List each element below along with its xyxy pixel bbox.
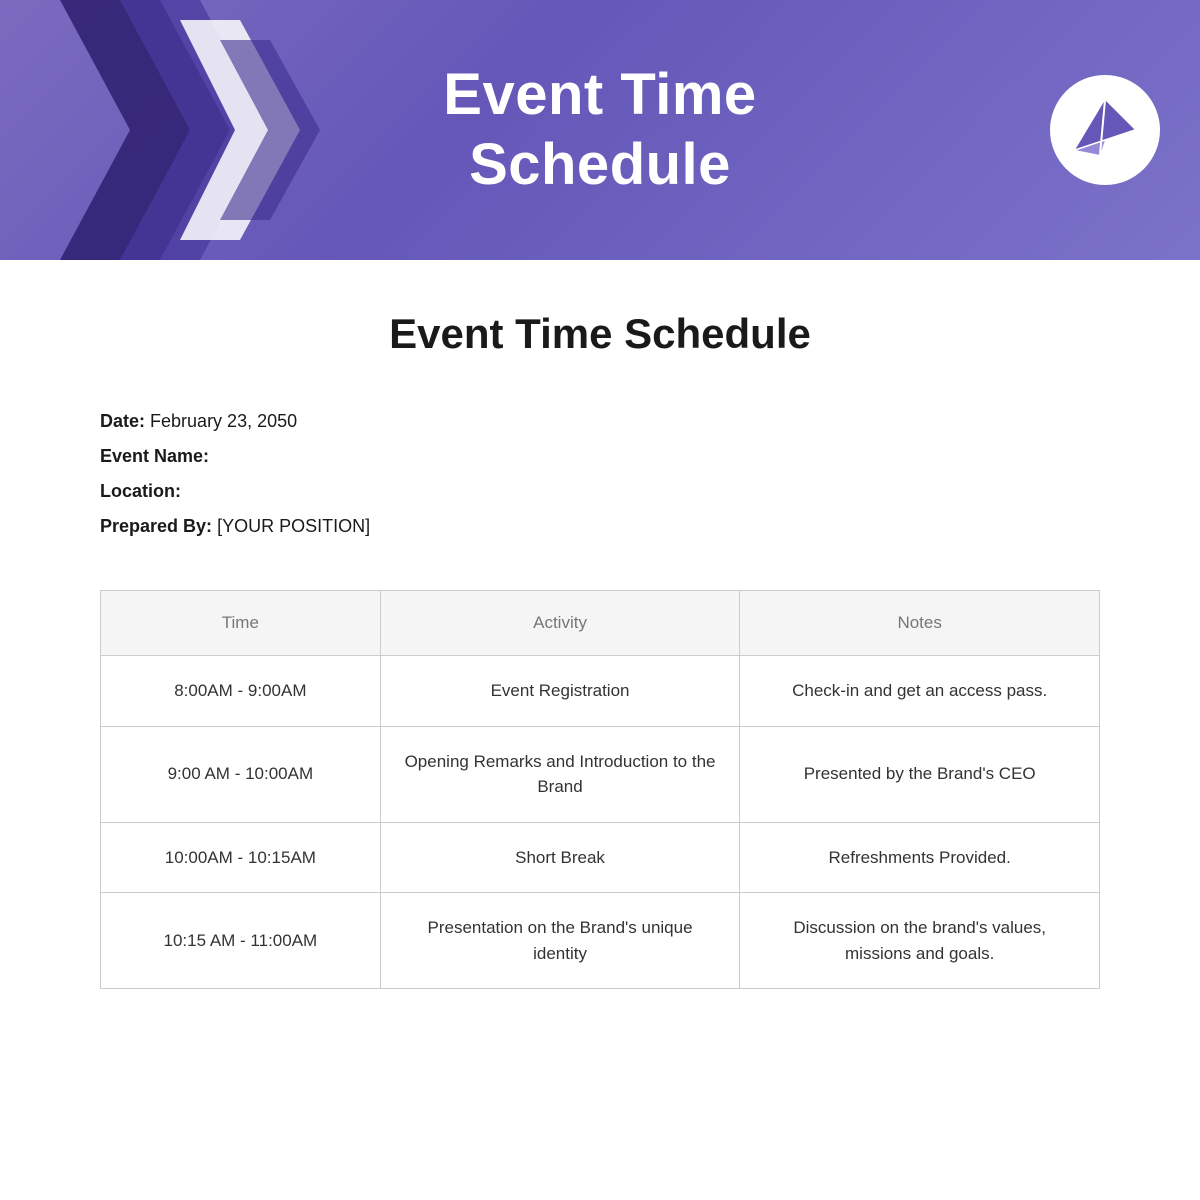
- page-header: Event Time Schedule: [0, 0, 1200, 260]
- cell-notes: Presented by the Brand's CEO: [740, 726, 1100, 822]
- cell-notes: Discussion on the brand's values, missio…: [740, 893, 1100, 989]
- cell-notes: Check-in and get an access pass.: [740, 656, 1100, 727]
- header-title: Event Time Schedule: [443, 60, 756, 199]
- schedule-table: Time Activity Notes 8:00AM - 9:00AMEvent…: [100, 590, 1100, 989]
- cell-activity: Opening Remarks and Introduction to the …: [380, 726, 740, 822]
- meta-location: Location:: [100, 478, 1100, 505]
- cell-activity: Short Break: [380, 822, 740, 893]
- cell-activity: Event Registration: [380, 656, 740, 727]
- meta-section: Date: February 23, 2050 Event Name: Loca…: [100, 408, 1100, 540]
- cell-time: 9:00 AM - 10:00AM: [101, 726, 381, 822]
- header-decoration: [0, 0, 380, 260]
- meta-prepared-by: Prepared By: [YOUR POSITION]: [100, 513, 1100, 540]
- meta-event-name: Event Name:: [100, 443, 1100, 470]
- cell-time: 10:00AM - 10:15AM: [101, 822, 381, 893]
- table-row: 10:15 AM - 11:00AMPresentation on the Br…: [101, 893, 1100, 989]
- table-header-row: Time Activity Notes: [101, 591, 1100, 656]
- cell-notes: Refreshments Provided.: [740, 822, 1100, 893]
- cell-time: 8:00AM - 9:00AM: [101, 656, 381, 727]
- header-notes: Notes: [740, 591, 1100, 656]
- header-time: Time: [101, 591, 381, 656]
- header-logo: [1050, 75, 1160, 185]
- meta-date: Date: February 23, 2050: [100, 408, 1100, 435]
- document-title: Event Time Schedule: [100, 310, 1100, 358]
- main-content: Event Time Schedule Date: February 23, 2…: [0, 260, 1200, 1049]
- header-activity: Activity: [380, 591, 740, 656]
- cell-activity: Presentation on the Brand's unique ident…: [380, 893, 740, 989]
- table-row: 10:00AM - 10:15AMShort BreakRefreshments…: [101, 822, 1100, 893]
- table-row: 9:00 AM - 10:00AMOpening Remarks and Int…: [101, 726, 1100, 822]
- cell-time: 10:15 AM - 11:00AM: [101, 893, 381, 989]
- table-row: 8:00AM - 9:00AMEvent RegistrationCheck-i…: [101, 656, 1100, 727]
